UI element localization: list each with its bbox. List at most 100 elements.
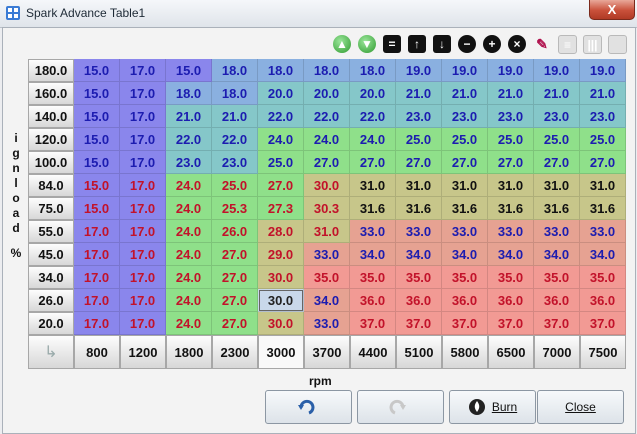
table-cell[interactable]: 19.0 xyxy=(442,59,488,82)
table-cell[interactable]: 27.0 xyxy=(488,151,534,174)
table-cell[interactable]: 27.0 xyxy=(304,151,350,174)
column-header[interactable]: 7500 xyxy=(580,335,626,369)
table-cell[interactable]: 35.0 xyxy=(534,266,580,289)
table-cell[interactable]: 25.0 xyxy=(396,128,442,151)
table-cell[interactable]: 15.0 xyxy=(74,82,120,105)
table-cell[interactable]: 33.0 xyxy=(304,312,350,335)
table-cell[interactable]: 24.0 xyxy=(166,197,212,220)
decrement-icon[interactable]: ▼ xyxy=(358,35,376,53)
table-cell[interactable]: 27.0 xyxy=(212,266,258,289)
table-cell[interactable]: 21.0 xyxy=(396,82,442,105)
table-cell[interactable]: 21.0 xyxy=(212,105,258,128)
arrow-down-icon[interactable]: ↓ xyxy=(433,35,451,53)
table-cell[interactable]: 31.6 xyxy=(580,197,626,220)
table-cell[interactable]: 33.0 xyxy=(580,220,626,243)
table-cell[interactable]: 17.0 xyxy=(120,174,166,197)
table-cell[interactable]: 21.0 xyxy=(580,82,626,105)
table-cell[interactable]: 17.0 xyxy=(120,243,166,266)
table-cell[interactable]: 31.0 xyxy=(488,174,534,197)
table-cell[interactable]: 27.3 xyxy=(258,197,304,220)
column-header[interactable]: 800 xyxy=(74,335,120,369)
table-cell[interactable]: 37.0 xyxy=(534,312,580,335)
table-cell[interactable]: 35.0 xyxy=(442,266,488,289)
table-cell[interactable]: 35.0 xyxy=(304,266,350,289)
column-header[interactable]: 3000 xyxy=(258,335,304,369)
table-cell[interactable]: 33.0 xyxy=(488,220,534,243)
table-cell[interactable]: 17.0 xyxy=(74,312,120,335)
table-cell[interactable]: 37.0 xyxy=(396,312,442,335)
column-header[interactable]: 1200 xyxy=(120,335,166,369)
table-cell[interactable]: 22.0 xyxy=(258,105,304,128)
table-cell[interactable]: 33.0 xyxy=(396,220,442,243)
table-cell[interactable]: 22.0 xyxy=(304,105,350,128)
table-cell[interactable]: 31.6 xyxy=(396,197,442,220)
table-cell[interactable]: 27.0 xyxy=(258,174,304,197)
table-cell[interactable]: 30.0 xyxy=(258,312,304,335)
table-cell[interactable]: 23.0 xyxy=(442,105,488,128)
table-cell[interactable]: 18.0 xyxy=(166,82,212,105)
table-cell[interactable]: 25.0 xyxy=(212,174,258,197)
table-cell[interactable]: 31.0 xyxy=(580,174,626,197)
table-cell[interactable]: 34.0 xyxy=(580,243,626,266)
table-cell[interactable]: 27.0 xyxy=(350,151,396,174)
table-cell[interactable]: 36.0 xyxy=(488,289,534,312)
set-equal-icon[interactable]: = xyxy=(383,35,401,53)
table-cell[interactable]: 30.0 xyxy=(258,266,304,289)
table-cell[interactable]: 27.0 xyxy=(396,151,442,174)
undo-button[interactable] xyxy=(265,390,352,424)
table-cell[interactable]: 17.0 xyxy=(120,312,166,335)
table-cell[interactable]: 24.0 xyxy=(166,312,212,335)
table-cell[interactable]: 20.0 xyxy=(258,82,304,105)
table-cell[interactable]: 15.0 xyxy=(74,59,120,82)
table-cell[interactable]: 33.0 xyxy=(442,220,488,243)
row-header[interactable]: 140.0 xyxy=(28,105,74,128)
table-cell[interactable]: 18.0 xyxy=(304,59,350,82)
table-cell[interactable]: 25.0 xyxy=(488,128,534,151)
table-cell[interactable]: 17.0 xyxy=(74,220,120,243)
table-cell[interactable]: 27.0 xyxy=(212,243,258,266)
table-cell[interactable]: 17.0 xyxy=(74,289,120,312)
table-cell[interactable]: 36.0 xyxy=(396,289,442,312)
table-cell[interactable]: 17.0 xyxy=(120,197,166,220)
table-cell[interactable]: 31.6 xyxy=(534,197,580,220)
table-cell[interactable]: 37.0 xyxy=(350,312,396,335)
table-cell[interactable]: 24.0 xyxy=(166,220,212,243)
table-cell[interactable]: 31.6 xyxy=(488,197,534,220)
table-cell[interactable]: 19.0 xyxy=(534,59,580,82)
table-cell[interactable]: 24.0 xyxy=(350,128,396,151)
add-icon[interactable]: + xyxy=(483,35,501,53)
redo-button[interactable] xyxy=(357,390,444,424)
table-cell[interactable]: 24.0 xyxy=(166,243,212,266)
vertical-interpolate-icon[interactable]: ||| xyxy=(583,35,602,54)
table-cell[interactable]: 20.0 xyxy=(350,82,396,105)
column-header[interactable]: 3700 xyxy=(304,335,350,369)
table-cell[interactable]: 25.0 xyxy=(580,128,626,151)
table-cell[interactable]: 24.0 xyxy=(166,174,212,197)
table-cell[interactable]: 24.0 xyxy=(166,289,212,312)
column-header[interactable]: 5100 xyxy=(396,335,442,369)
axis-swap-icon[interactable]: ↳ xyxy=(28,335,74,369)
table-cell[interactable]: 18.0 xyxy=(350,59,396,82)
table-cell[interactable]: 27.0 xyxy=(212,289,258,312)
row-header[interactable]: 45.0 xyxy=(28,243,74,266)
horizontal-interpolate-icon[interactable]: ≡ xyxy=(558,35,577,54)
table-cell[interactable]: 37.0 xyxy=(580,312,626,335)
table-cell[interactable]: 24.0 xyxy=(258,128,304,151)
table-cell[interactable]: 27.0 xyxy=(534,151,580,174)
fill-icon[interactable] xyxy=(608,35,627,54)
column-header[interactable]: 1800 xyxy=(166,335,212,369)
table-cell[interactable]: 25.0 xyxy=(534,128,580,151)
table-cell[interactable]: 17.0 xyxy=(120,220,166,243)
table-cell[interactable]: 26.0 xyxy=(212,220,258,243)
table-cell[interactable]: 15.0 xyxy=(166,59,212,82)
table-cell[interactable]: 31.0 xyxy=(442,174,488,197)
table-cell[interactable]: 30.0 xyxy=(258,289,304,312)
table-cell[interactable]: 17.0 xyxy=(120,59,166,82)
table-cell[interactable]: 18.0 xyxy=(258,59,304,82)
multiply-icon[interactable]: × xyxy=(508,35,526,53)
table-cell[interactable]: 21.0 xyxy=(166,105,212,128)
table-cell[interactable]: 23.0 xyxy=(212,151,258,174)
window-close-button[interactable]: X xyxy=(589,0,635,20)
table-cell[interactable]: 24.0 xyxy=(304,128,350,151)
table-cell[interactable]: 25.0 xyxy=(258,151,304,174)
